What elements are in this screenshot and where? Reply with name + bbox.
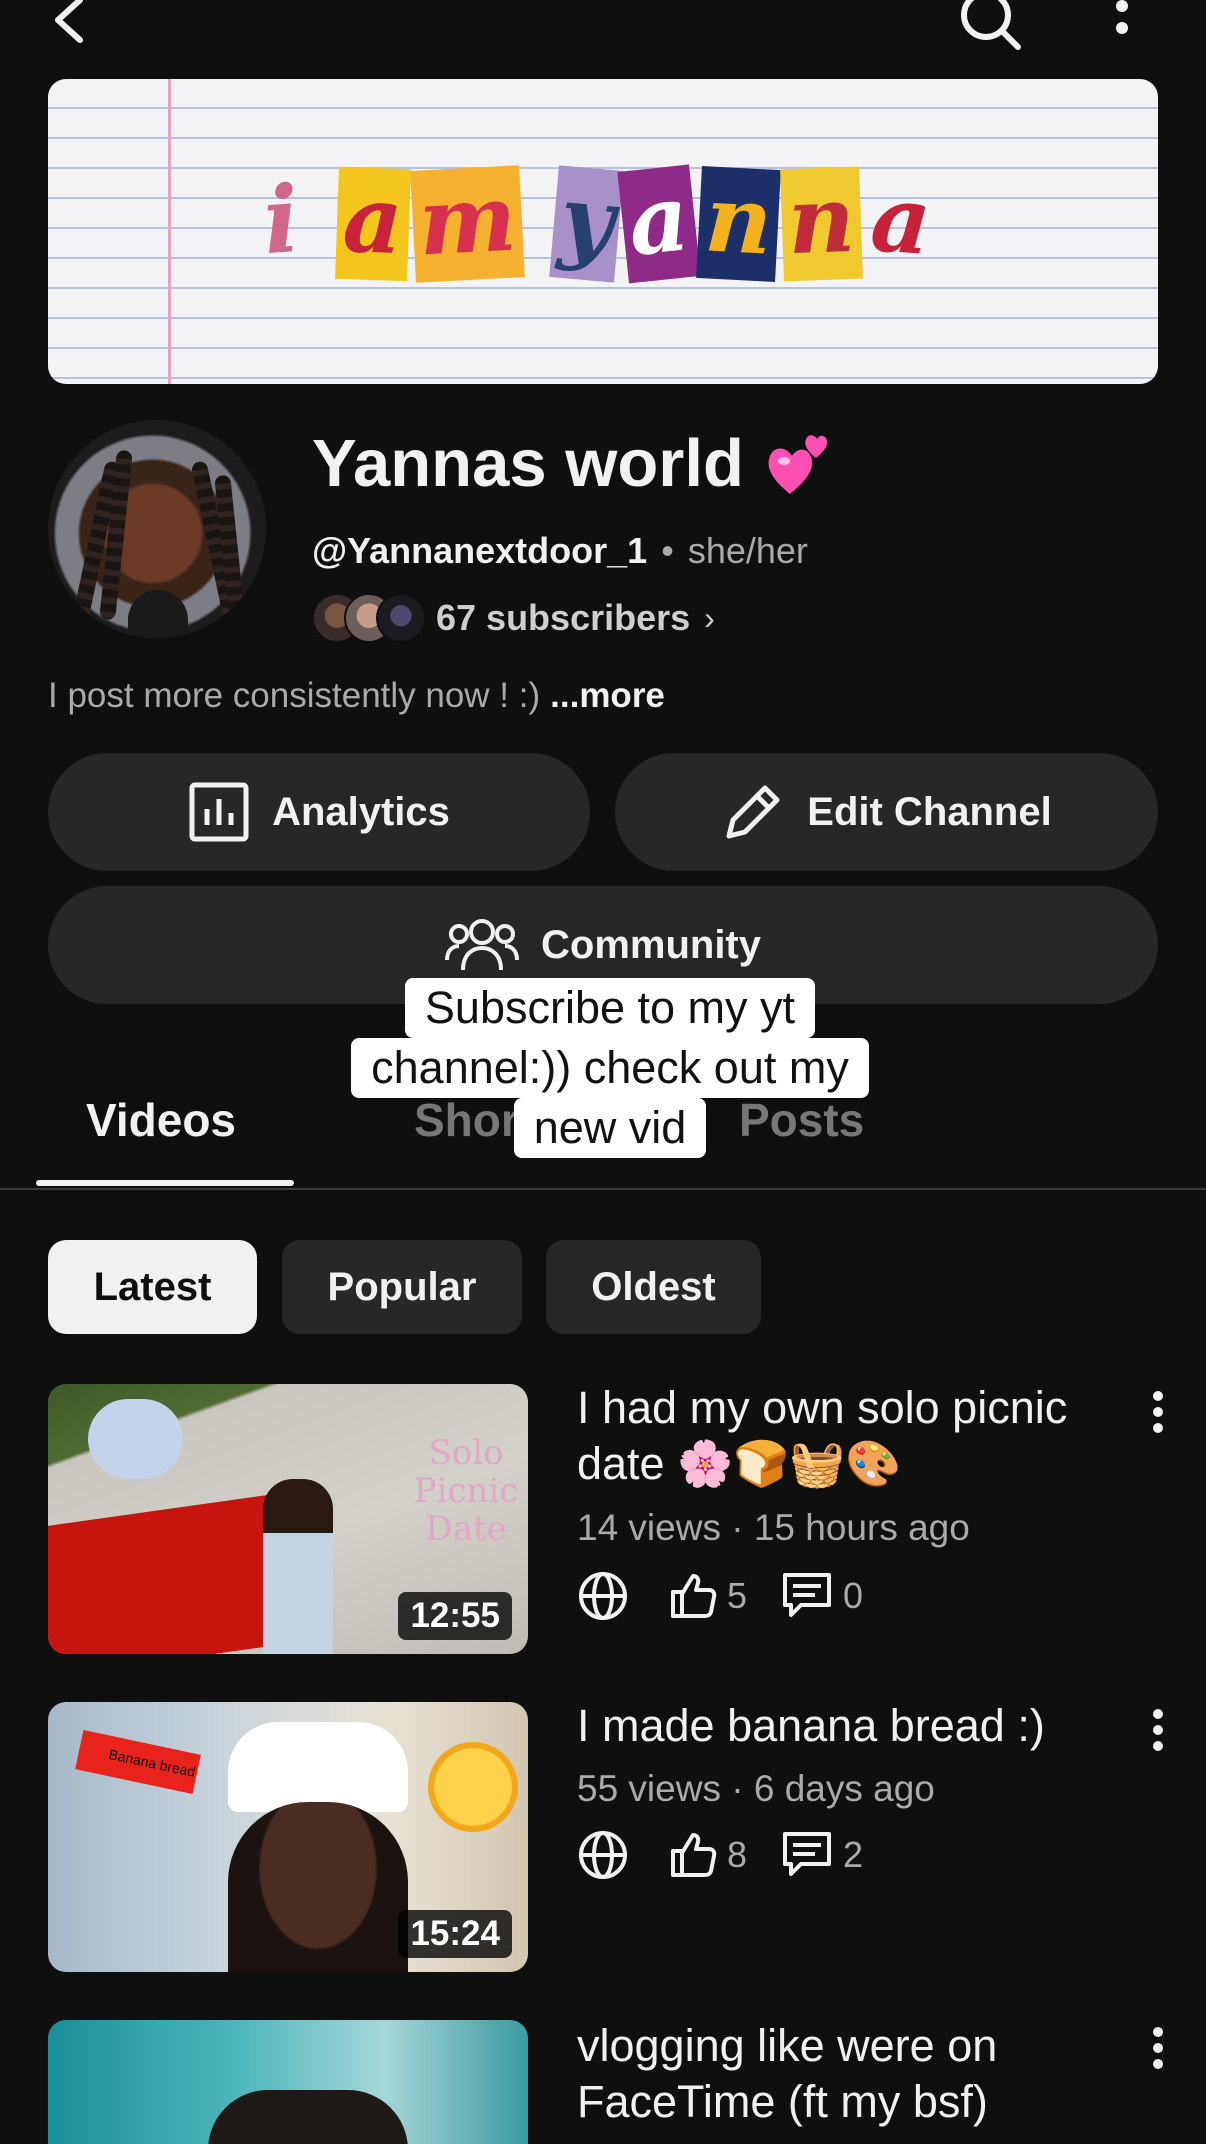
banner-letter: a	[617, 163, 701, 284]
thumb-person	[208, 2090, 408, 2144]
people-icon	[445, 914, 519, 976]
chevron-left-icon[interactable]	[44, 0, 92, 50]
analytics-button[interactable]: Analytics	[48, 753, 590, 871]
thumb-overlay-text: Banana bread	[75, 1729, 201, 1795]
chevron-right-icon: ›	[704, 599, 715, 636]
channel-description[interactable]: I post more consistently now ! :) ...more	[48, 676, 665, 716]
search-icon[interactable]	[955, 0, 1025, 54]
description-text: I post more consistently now ! :)	[48, 676, 541, 715]
like-count: 5	[727, 1575, 748, 1616]
video-stats: 8 2	[577, 1827, 863, 1883]
video-more-icon[interactable]	[1136, 1384, 1180, 1440]
caption-line-3: new vid	[513, 1098, 707, 1158]
kissing-emoji-icon	[428, 1742, 518, 1832]
subscriber-count: 67 subscribers	[436, 597, 691, 638]
banner-letter: a	[335, 165, 411, 282]
channel-name-text: Yannas world	[312, 426, 744, 501]
video-title[interactable]: I had my own solo picnic date 🌸🍞🧺🎨	[577, 1380, 1117, 1492]
active-tab-indicator	[36, 1180, 294, 1186]
pencil-icon	[721, 780, 785, 844]
bar-chart-icon	[188, 781, 250, 843]
thumbs-up-icon	[669, 1831, 717, 1879]
video-title[interactable]: vlogging like were on FaceTime (ft my bs…	[577, 2018, 1117, 2130]
like-count: 8	[727, 1834, 748, 1875]
edit-channel-button[interactable]: Edit Channel	[615, 753, 1158, 871]
tab-videos[interactable]: Videos	[86, 1093, 236, 1147]
globe-icon	[577, 1829, 629, 1881]
subscribers-link[interactable]: 67 subscribers ›	[312, 590, 715, 646]
banner-margin-line	[168, 79, 171, 384]
caption-line-1: Subscribe to my yt	[404, 978, 816, 1038]
thumb-chef-hat	[228, 1722, 408, 1812]
video-duration: 12:55	[398, 1592, 512, 1640]
banner-letter: n	[779, 165, 863, 282]
thumb-palette	[88, 1399, 183, 1479]
comment-count: 0	[843, 1575, 864, 1616]
channel-avatar[interactable]	[48, 420, 266, 638]
caption-overlay: Subscribe to my yt channel:)) check out …	[320, 978, 900, 1158]
video-duration: 15:24	[398, 1910, 512, 1958]
globe-icon	[577, 1570, 629, 1622]
chip-latest[interactable]: Latest	[48, 1240, 257, 1334]
channel-handle: @Yannanextdoor_1	[312, 530, 648, 571]
comment-icon	[781, 1830, 833, 1880]
video-thumbnail[interactable]: Solo Picnic Date 12:55	[48, 1384, 528, 1654]
banner-letter: n	[696, 164, 781, 282]
thumb-overlay-text: Solo Picnic Date	[413, 1433, 519, 1549]
video-meta: 14 views · 15 hours ago	[577, 1507, 970, 1548]
more-link[interactable]: ...more	[550, 676, 665, 715]
banner-letter: m	[409, 164, 525, 283]
top-app-bar	[0, 0, 1206, 60]
video-thumbnail[interactable]: Banana bread 15:24	[48, 1702, 528, 1972]
subscriber-avatar	[376, 593, 426, 643]
chip-popular[interactable]: Popular	[282, 1240, 522, 1334]
banner-letter: i	[259, 164, 303, 276]
channel-banner: iamyanna	[48, 79, 1158, 384]
more-vertical-icon[interactable]	[1100, 0, 1144, 50]
chip-oldest[interactable]: Oldest	[546, 1240, 761, 1334]
banner-letter: y	[549, 164, 625, 283]
analytics-label: Analytics	[272, 789, 450, 834]
thumb-person	[263, 1479, 333, 1654]
video-title[interactable]: I made banana bread :)	[577, 1698, 1117, 1754]
video-meta: 55 views · 6 days ago	[577, 1768, 935, 1809]
thumbs-up-icon	[669, 1572, 717, 1620]
video-thumbnail[interactable]	[48, 2020, 528, 2144]
thumb-person	[228, 1802, 408, 1972]
video-stats: 5 0	[577, 1568, 863, 1624]
community-label: Community	[541, 922, 761, 967]
video-more-icon[interactable]	[1136, 1702, 1180, 1758]
edit-channel-label: Edit Channel	[807, 789, 1052, 834]
banner-letter: a	[867, 164, 935, 276]
comment-count: 2	[843, 1834, 864, 1875]
two-hearts-icon	[764, 428, 836, 500]
comment-icon	[781, 1571, 833, 1621]
banner-title-letters: iamyanna	[258, 149, 936, 299]
handle-row: @Yannanextdoor_1 • she/her	[312, 530, 808, 572]
separator-dot: •	[661, 530, 674, 571]
tabs-divider	[0, 1188, 1206, 1190]
subscriber-avatars	[312, 593, 426, 643]
pronouns: she/her	[687, 530, 808, 571]
channel-name: Yannas world	[312, 425, 836, 502]
video-more-icon[interactable]	[1136, 2020, 1180, 2076]
caption-line-2: channel:)) check out my	[351, 1038, 869, 1098]
